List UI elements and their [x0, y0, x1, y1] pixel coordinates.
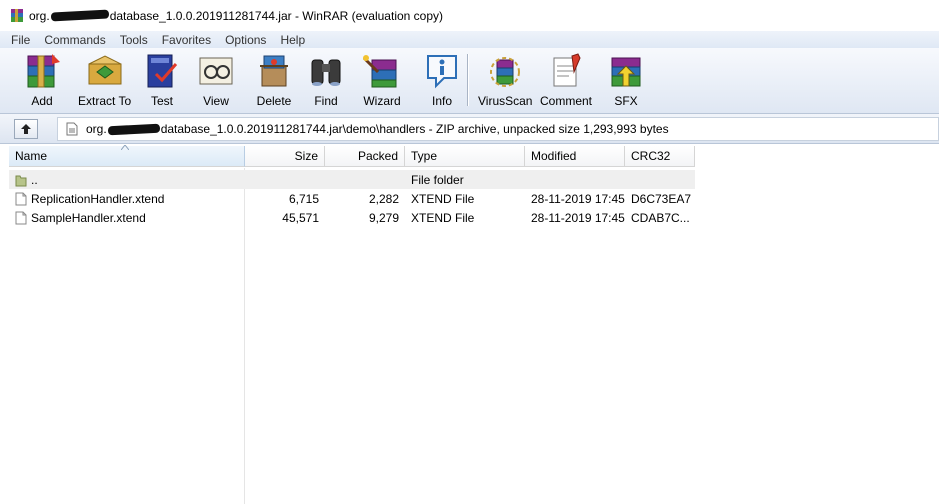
- wizard-icon: [362, 55, 397, 88]
- row-size: 6,715: [288, 191, 319, 206]
- row-type: XTEND File: [411, 191, 475, 206]
- address-bar: org. database_1.0.0.201911281744.jar\demo…: [0, 114, 939, 144]
- table-row[interactable]: .. File folder: [9, 170, 695, 189]
- window-title-prefix: org.: [29, 8, 50, 23]
- redaction-mark: [50, 9, 109, 22]
- virusscan-icon: [490, 57, 521, 87]
- info-label: Info: [431, 94, 452, 108]
- table-row[interactable]: ReplicationHandler.xtend 6,715 2,282 XTE…: [9, 189, 695, 208]
- comment-icon: [553, 53, 581, 87]
- menu-favorites[interactable]: Favorites: [155, 33, 218, 47]
- comment-label: Comment: [540, 94, 593, 108]
- path-field[interactable]: org. database_1.0.0.201911281744.jar\demo…: [57, 117, 939, 141]
- path-suffix: database_1.0.0.201911281744.jar\demo\han…: [160, 122, 669, 136]
- view-label: View: [203, 94, 229, 108]
- row-name-cell: ReplicationHandler.xtend: [9, 192, 245, 206]
- column-header-size[interactable]: Size: [245, 146, 325, 167]
- file-list: Name Size Packed Type Modified CRC32 ..: [0, 145, 939, 504]
- row-type: File folder: [411, 172, 464, 187]
- row-packed: 2,282: [368, 191, 399, 206]
- row-name: SampleHandler.xtend: [31, 210, 146, 225]
- sfx-icon: [611, 57, 641, 87]
- test-icon: [147, 54, 178, 88]
- row-modified: 28-11-2019 17:45: [531, 191, 625, 206]
- menu-options[interactable]: Options: [218, 33, 273, 47]
- wizard-button[interactable]: Wizard: [362, 52, 402, 110]
- virusscan-label: VirusScan: [478, 94, 533, 108]
- add-label: Add: [31, 94, 53, 108]
- row-name-cell: SampleHandler.xtend: [9, 211, 245, 225]
- row-name: ..: [31, 172, 38, 187]
- path-prefix: org.: [86, 122, 107, 136]
- info-button[interactable]: Info: [422, 52, 462, 110]
- column-header-modified[interactable]: Modified: [525, 146, 625, 167]
- sfx-button[interactable]: SFX: [606, 52, 646, 110]
- add-archive-icon: [27, 54, 60, 88]
- delete-label: Delete: [256, 94, 292, 108]
- winrar-app-icon[interactable]: [9, 8, 25, 24]
- column-header-crc32-label: CRC32: [631, 149, 671, 163]
- row-name: ReplicationHandler.xtend: [31, 191, 165, 206]
- archive-file-icon: [66, 122, 78, 136]
- extract-to-label: Extract To: [78, 94, 132, 108]
- row-crc32: D6C73EA7: [631, 191, 692, 206]
- find-label: Find: [314, 94, 338, 108]
- wizard-label: Wizard: [363, 94, 401, 108]
- test-label: Test: [150, 94, 173, 108]
- menu-help[interactable]: Help: [273, 33, 312, 47]
- row-modified: 28-11-2019 17:45: [531, 210, 625, 225]
- menu-bar: File Commands Tools Favorites Options He…: [0, 31, 939, 48]
- extract-to-icon: [88, 55, 122, 85]
- column-header-type-label: Type: [411, 149, 438, 163]
- column-headers: Name Size Packed Type Modified CRC32: [9, 145, 695, 168]
- sfx-label: SFX: [614, 94, 638, 108]
- menu-tools[interactable]: Tools: [113, 33, 155, 47]
- up-one-level-button[interactable]: [14, 119, 38, 139]
- column-header-packed-label: Packed: [357, 149, 398, 163]
- column-header-crc32[interactable]: CRC32: [625, 146, 695, 167]
- file-icon: [15, 192, 27, 205]
- window-title: org. database_1.0.0.201911281744.jar - Wi…: [29, 9, 443, 23]
- view-button[interactable]: View: [196, 52, 236, 110]
- row-crc32: CDAB7C...: [631, 210, 690, 225]
- column-header-name[interactable]: Name: [9, 145, 245, 167]
- row-type: XTEND File: [411, 210, 475, 225]
- find-button[interactable]: Find: [306, 52, 346, 110]
- column-header-name-label: Name: [15, 149, 48, 163]
- column-header-packed[interactable]: Packed: [325, 146, 405, 167]
- title-bar: org. database_1.0.0.201911281744.jar - Wi…: [0, 0, 939, 31]
- row-size: 45,571: [282, 210, 319, 225]
- extract-to-button[interactable]: Extract To: [78, 52, 131, 110]
- column-header-modified-label: Modified: [531, 149, 577, 163]
- info-icon: [427, 55, 457, 89]
- binoculars-icon: [311, 59, 341, 86]
- delete-button[interactable]: Delete: [254, 52, 294, 110]
- table-row[interactable]: SampleHandler.xtend 45,571 9,279 XTEND F…: [9, 208, 695, 227]
- up-arrow-icon: [21, 124, 31, 134]
- toolbar-separator: [467, 54, 468, 106]
- path-text: org. database_1.0.0.201911281744.jar\demo…: [86, 122, 669, 136]
- redaction-mark: [107, 123, 160, 135]
- menu-commands[interactable]: Commands: [37, 33, 112, 47]
- column-header-type[interactable]: Type: [405, 146, 525, 167]
- delete-icon: [260, 55, 288, 87]
- sort-ascending-icon: [121, 145, 129, 150]
- folder-icon: [15, 175, 27, 186]
- view-icon: [199, 57, 233, 85]
- row-packed: 9,279: [368, 210, 399, 225]
- menu-file[interactable]: File: [0, 33, 37, 47]
- comment-button[interactable]: Comment: [540, 52, 592, 110]
- row-name-cell: ..: [9, 173, 245, 187]
- virusscan-button[interactable]: VirusScan: [478, 52, 532, 110]
- file-icon: [15, 211, 27, 224]
- add-button[interactable]: Add: [22, 52, 62, 110]
- toolbar: Add Extract To Test View Delete Find Wiz…: [0, 48, 939, 114]
- window-title-suffix: database_1.0.0.201911281744.jar - WinRAR…: [109, 8, 444, 23]
- test-button[interactable]: Test: [142, 52, 182, 110]
- column-header-size-label: Size: [294, 149, 318, 163]
